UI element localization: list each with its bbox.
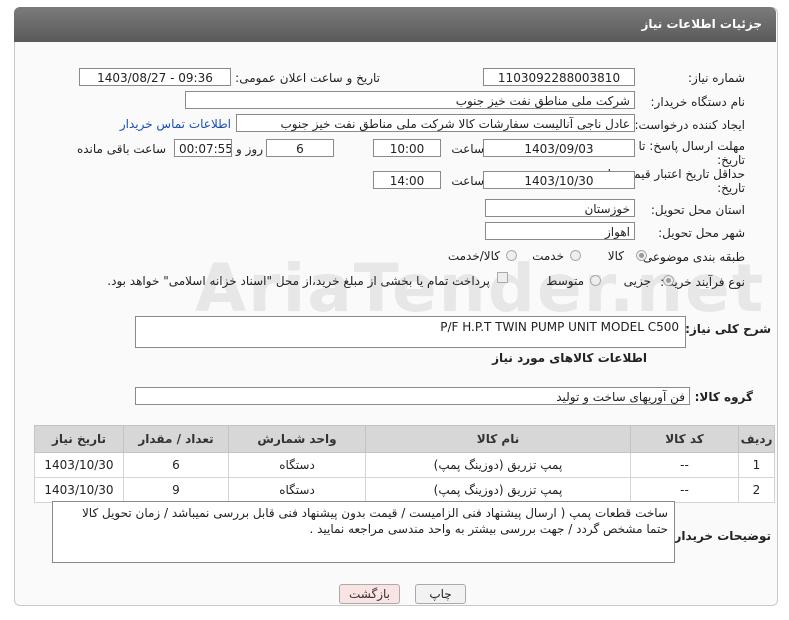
item-name: پمپ تزریق (دوزینگ پمپ) [365, 452, 631, 478]
item-date: 1403/10/30 [34, 452, 124, 478]
category-goods-service-label: کالا/خدمت [447, 249, 500, 263]
col-code-header: کد کالا [630, 425, 739, 453]
general-desc-label: شرح کلی نیاز: [685, 322, 771, 336]
buyer-notes-label: توضیحات خریدار: [669, 529, 771, 543]
process-medium-radio[interactable] [590, 275, 601, 286]
item-qty: 6 [123, 452, 229, 478]
col-date-header: تاریخ نیاز [34, 425, 124, 453]
treasury-payment-note: پرداخت تمام یا بخشی از مبلغ خرید،از محل … [107, 274, 490, 288]
buyer-notes-field: ساخت قطعات پمپ ( ارسال پیشنهاد فنی الزام… [52, 501, 675, 563]
item-code: -- [630, 452, 739, 478]
print-button[interactable]: چاپ [415, 584, 466, 604]
city-field: اهواز [485, 222, 635, 240]
need-number-field: 1103092288003810 [483, 68, 635, 86]
announce-datetime-label: تاریخ و ساعت اعلان عمومی: [235, 71, 380, 85]
process-minor-label: جزیی [623, 274, 651, 288]
panel-title: جزئیات اطلاعات نیاز [641, 17, 762, 31]
requester-field: عادل ناجی آنالیست سفارشات کالا شرکت ملی … [236, 114, 635, 132]
reply-deadline-label-date: تاریخ: [717, 153, 745, 167]
table-header-row: ردیف کد کالا نام کالا واحد شمارش تعداد /… [34, 425, 775, 453]
item-qty: 9 [123, 477, 229, 503]
announce-datetime-field: 1403/08/27 - 09:36 [79, 68, 231, 86]
days-label: روز و [236, 142, 263, 156]
province-label: استان محل تحویل: [650, 203, 745, 217]
price-validity-time-field: 14:00 [373, 171, 441, 189]
treasury-payment-checkbox[interactable] [497, 272, 508, 283]
price-validity-time-label: ساعت [451, 174, 484, 188]
province-field: خوزستان [485, 199, 635, 217]
panel-header: جزئیات اطلاعات نیاز [14, 7, 776, 42]
reply-time-label: ساعت [451, 142, 484, 156]
category-goods-label: کالا [607, 249, 624, 263]
reply-days-field: 6 [266, 139, 334, 157]
process-medium-label: متوسط [546, 274, 584, 288]
remaining-label: ساعت باقی مانده [76, 142, 166, 156]
col-qty-header: تعداد / مقدار [123, 425, 229, 453]
buyer-contact-link[interactable]: اطلاعات تماس خریدار [120, 117, 231, 131]
city-label: شهر محل تحویل: [658, 226, 745, 240]
item-name: پمپ تزریق (دوزینگ پمپ) [365, 477, 631, 503]
general-desc-field: P/F H.P.T TWIN PUMP UNIT MODEL C500 [135, 316, 686, 348]
price-validity-label-date: تاریخ: [717, 181, 745, 195]
process-minor-radio[interactable] [663, 275, 674, 286]
item-unit: دستگاه [228, 452, 366, 478]
back-button[interactable]: بازگشت [339, 584, 400, 604]
table-row: 1 -- پمپ تزریق (دوزینگ پمپ) دستگاه 6 140… [34, 452, 775, 478]
row-number: 1 [738, 452, 775, 478]
need-number-label: شماره نیاز: [688, 71, 745, 85]
category-goods-radio[interactable] [636, 250, 647, 261]
price-validity-date-field: 1403/10/30 [483, 171, 635, 189]
reply-deadline-label: مهلت ارسال پاسخ: تا [638, 139, 745, 153]
col-row-header: ردیف [738, 425, 775, 453]
col-name-header: نام کالا [365, 425, 631, 453]
goods-info-title: اطلاعات کالاهای مورد نیاز [492, 351, 647, 365]
goods-table: ردیف کد کالا نام کالا واحد شمارش تعداد /… [34, 425, 775, 503]
goods-group-field: فن آوریهای ساخت و تولید [135, 387, 690, 405]
item-unit: دستگاه [228, 477, 366, 503]
item-date: 1403/10/30 [34, 477, 124, 503]
table-row: 2 -- پمپ تزریق (دوزینگ پمپ) دستگاه 9 140… [34, 477, 775, 503]
reply-time-field: 10:00 [373, 139, 441, 157]
reply-date-field: 1403/09/03 [483, 139, 635, 157]
col-unit-header: واحد شمارش [228, 425, 366, 453]
buyer-org-label: نام دستگاه خریدار: [650, 95, 746, 109]
category-service-label: خدمت [532, 249, 564, 263]
category-goods-service-radio[interactable] [506, 250, 517, 261]
row-number: 2 [738, 477, 775, 503]
buyer-org-field: شرکت ملی مناطق نفت خیز جنوب [185, 91, 635, 109]
item-code: -- [630, 477, 739, 503]
goods-group-label: گروه کالا: [694, 390, 753, 404]
category-service-radio[interactable] [570, 250, 581, 261]
remaining-time-field: 00:07:55 [174, 139, 232, 157]
category-label: طبقه بندی موضوعی: [638, 250, 745, 264]
requester-label: ایجاد کننده درخواست: [634, 118, 745, 132]
